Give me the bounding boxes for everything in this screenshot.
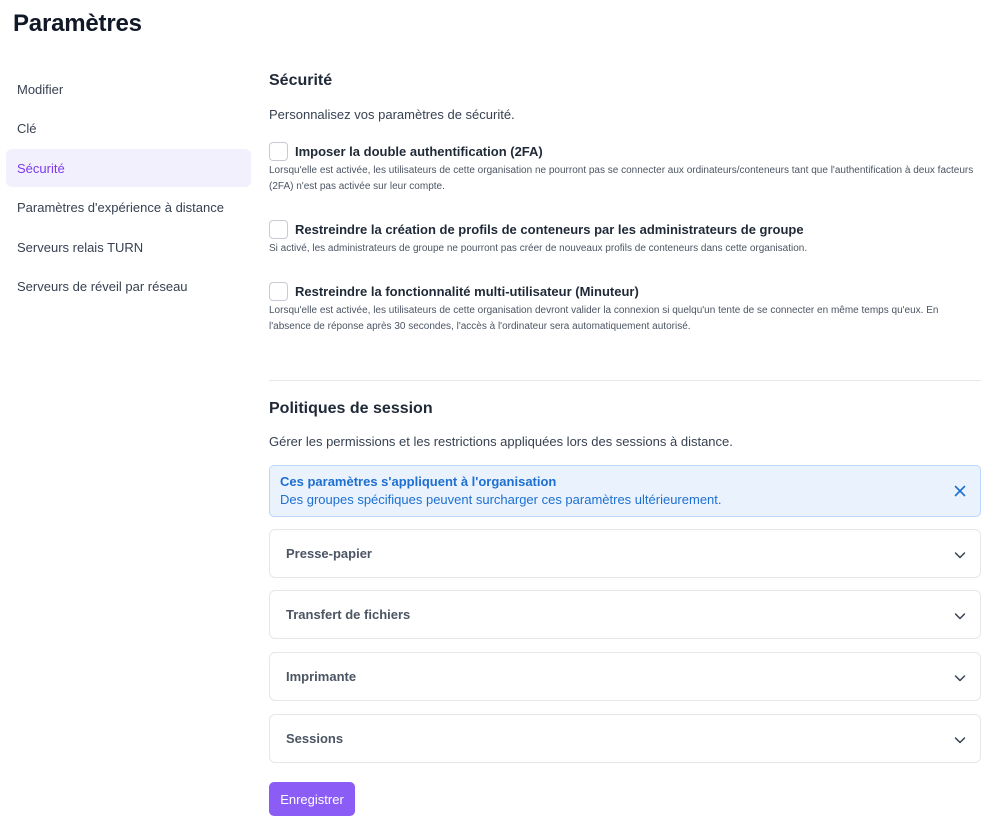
accordion-label: Sessions (286, 731, 344, 746)
checkbox-multi-user[interactable] (269, 282, 288, 301)
sidebar-item-label: Paramètres d'expérience à distance (17, 200, 224, 216)
chevron-down-icon (952, 732, 968, 748)
page-title: Paramètres (13, 10, 142, 37)
session-section-title: Politiques de session (269, 400, 433, 417)
sidebar-item-label: Sécurité (17, 160, 65, 176)
chevron-down-icon (952, 608, 968, 624)
option-label: Imposer la double authentification (2FA) (295, 144, 543, 159)
option-2fa: Imposer la double authentification (2FA)… (269, 142, 981, 194)
accordion-label: Presse-papier (286, 546, 372, 561)
sidebar-item-wake-servers[interactable]: Serveurs de réveil par réseau (6, 268, 251, 306)
option-multi-user: Restreindre la fonctionnalité multi-util… (269, 282, 981, 334)
sidebar-item-label: Serveurs relais TURN (17, 239, 144, 255)
checkbox-2fa[interactable] (269, 142, 288, 161)
close-icon[interactable] (952, 483, 968, 499)
sidebar-item-modifier[interactable]: Modifier (6, 70, 251, 108)
accordion-file-transfer[interactable]: Transfert de fichiers (269, 590, 981, 639)
organization-alert: Ces paramètres s'appliquent à l'organisa… (269, 465, 981, 517)
checkbox-restrict-profiles[interactable] (269, 220, 288, 239)
settings-sidebar: Modifier Clé Sécurité Paramètres d'expér… (6, 70, 251, 308)
save-button[interactable]: Enregistrer (269, 782, 355, 816)
alert-title: Ces paramètres s'appliquent à l'organisa… (280, 474, 557, 489)
sidebar-item-label: Modifier (17, 81, 64, 97)
accordion-label: Transfert de fichiers (286, 607, 411, 622)
security-section-title: Sécurité (269, 72, 333, 89)
sidebar-item-remote-experience[interactable]: Paramètres d'expérience à distance (6, 189, 251, 227)
sidebar-item-label: Clé (17, 121, 37, 137)
option-help: Lorsqu'elle est activée, les utilisateur… (269, 305, 939, 332)
accordion-printer[interactable]: Imprimante (269, 652, 981, 701)
option-help: Si activé, les administrateurs de groupe… (269, 243, 808, 254)
sidebar-item-cle[interactable]: Clé (6, 110, 251, 148)
chevron-down-icon (952, 547, 968, 563)
accordion-sessions[interactable]: Sessions (269, 714, 981, 763)
option-label: Restreindre la création de profils de co… (295, 222, 804, 237)
option-restrict-profiles: Restreindre la création de profils de co… (269, 220, 981, 257)
option-label: Restreindre la fonctionnalité multi-util… (295, 284, 639, 299)
alert-text: Des groupes spécifiques peuvent surcharg… (280, 492, 722, 507)
sidebar-item-securite[interactable]: Sécurité (6, 149, 251, 188)
section-divider (269, 380, 981, 381)
chevron-down-icon (952, 670, 968, 686)
session-section-description: Gérer les permissions et les restriction… (269, 434, 733, 449)
accordion-clipboard[interactable]: Presse-papier (269, 529, 981, 578)
sidebar-item-label: Serveurs de réveil par réseau (17, 279, 188, 295)
option-help: Lorsqu'elle est activée, les utilisateur… (269, 165, 974, 192)
sidebar-item-turn-servers[interactable]: Serveurs relais TURN (6, 228, 251, 266)
accordion-label: Imprimante (286, 669, 357, 684)
security-section-description: Personnalisez vos paramètres de sécurité… (269, 107, 515, 122)
